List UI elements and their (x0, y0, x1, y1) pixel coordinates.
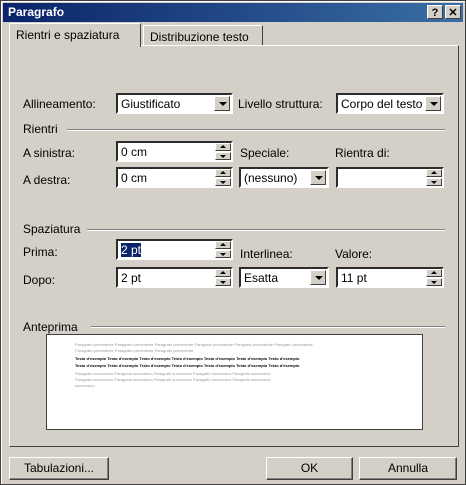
chevron-down-icon[interactable] (214, 96, 230, 111)
alignment-label: Allineamento: (23, 97, 96, 111)
indent-by-label: Rientra di: (335, 146, 390, 160)
preview-next-line: successivo (75, 383, 95, 388)
special-select[interactable]: (nessuno) (239, 167, 329, 188)
line-spacing-select[interactable]: Esatta (239, 267, 329, 288)
spin-down-icon[interactable] (215, 250, 231, 258)
preview-prev-line: Paragrafo precedente Paragrafo precedent… (75, 348, 194, 353)
spin-up-icon[interactable] (426, 269, 442, 277)
line-spacing-at-field[interactable]: 11 pt (336, 267, 444, 288)
indent-by-field[interactable] (336, 167, 444, 188)
ok-button[interactable]: OK (266, 457, 353, 480)
spacing-before-field[interactable]: 2 pt (116, 239, 233, 260)
indentation-divider (67, 129, 445, 131)
spin-down-icon[interactable] (215, 278, 231, 286)
chevron-down-icon[interactable] (425, 96, 441, 111)
indent-left-value: 0 cm (121, 145, 148, 159)
preview-sample-line: Testo d'esempio Testo d'esempio Testo d'… (75, 363, 300, 368)
help-button[interactable]: ? (427, 5, 443, 19)
indent-right-value: 0 cm (121, 171, 148, 185)
spacing-after-value: 2 pt (121, 271, 142, 285)
spacing-after-spinner[interactable] (215, 269, 231, 286)
preview-box: Paragrafo precedente Paragrafo precedent… (46, 334, 423, 430)
indent-by-spinner[interactable] (426, 169, 442, 186)
indent-right-label: A destra: (23, 173, 71, 187)
cancel-button[interactable]: Annulla (359, 457, 457, 480)
tab-line-page-breaks-label: Distribuzione testo (150, 30, 249, 44)
spin-up-icon[interactable] (215, 143, 231, 151)
outline-level-value: Corpo del testo (341, 97, 423, 111)
spacing-before-label: Prima: (23, 245, 58, 259)
spin-up-icon[interactable] (215, 169, 231, 177)
line-spacing-at-spinner[interactable] (426, 269, 442, 286)
alignment-select[interactable]: Giustificato (116, 93, 233, 114)
preview-next-line: Paragrafo successivo Paragrafo successiv… (75, 377, 271, 382)
spin-up-icon[interactable] (215, 241, 231, 249)
paragraph-dialog: Paragrafo ? ✕ Rientri e spaziatura Distr… (0, 0, 466, 485)
indent-right-field[interactable]: 0 cm (116, 167, 233, 188)
dialog-title: Paragrafo (8, 5, 65, 19)
spin-up-icon[interactable] (215, 269, 231, 277)
spin-down-icon[interactable] (215, 178, 231, 186)
preview-section-label: Anteprima (23, 320, 78, 334)
spin-up-icon[interactable] (426, 169, 442, 177)
chevron-down-icon[interactable] (310, 170, 326, 185)
title-bar: Paragrafo ? ✕ (3, 3, 463, 22)
spacing-before-spinner[interactable] (215, 241, 231, 258)
spacing-divider (87, 229, 445, 231)
tabs-button[interactable]: Tabulazioni... (9, 457, 109, 480)
close-button[interactable]: ✕ (445, 5, 461, 19)
indent-left-field[interactable]: 0 cm (116, 141, 233, 162)
line-spacing-at-label: Valore: (335, 247, 373, 261)
spacing-before-value: 2 pt (121, 243, 142, 257)
preview-sample-line: Testo d'esempio Testo d'esempio Testo d'… (75, 356, 300, 361)
special-label: Speciale: (240, 146, 290, 160)
alignment-value: Giustificato (121, 97, 181, 111)
indent-left-label: A sinistra: (23, 146, 76, 160)
preview-divider (91, 326, 445, 328)
tab-indent-spacing-label: Rientri e spaziatura (16, 28, 120, 42)
line-spacing-at-value: 11 pt (341, 271, 367, 285)
spacing-after-field[interactable]: 2 pt (116, 267, 233, 288)
spin-down-icon[interactable] (215, 152, 231, 160)
spin-down-icon[interactable] (426, 278, 442, 286)
outline-level-select[interactable]: Corpo del testo (336, 93, 444, 114)
spacing-section-label: Spaziatura (23, 222, 81, 236)
spacing-after-label: Dopo: (23, 273, 56, 287)
indent-left-spinner[interactable] (215, 143, 231, 160)
outline-level-label: Livello struttura: (238, 97, 323, 111)
special-value: (nessuno) (244, 171, 298, 185)
line-spacing-label: Interlinea: (240, 247, 293, 261)
line-spacing-value: Esatta (244, 271, 279, 285)
tab-line-page-breaks[interactable]: Distribuzione testo (143, 25, 263, 45)
chevron-down-icon[interactable] (310, 270, 326, 285)
spin-down-icon[interactable] (426, 178, 442, 186)
indentation-section-label: Rientri (23, 122, 58, 136)
indent-right-spinner[interactable] (215, 169, 231, 186)
tab-indent-spacing[interactable]: Rientri e spaziatura (9, 23, 141, 47)
